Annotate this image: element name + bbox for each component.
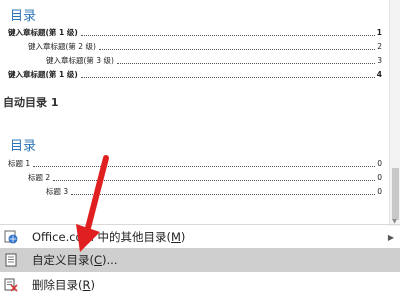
custom-toc-icon [4,253,18,267]
toc-gallery-panel: 目录 键入章标题(第 1 级) 1 键入章标题(第 2 级) 2 键入章标题(第 3… [0,0,400,300]
submenu-arrow-icon: ▶ [387,232,394,242]
toc-preview-heading: 目录 [10,9,37,24]
gallery-scrollbar[interactable] [389,0,400,226]
toc-preview-row: 键入章标题(第 1 级) 1 [8,28,382,37]
office-globe-icon [4,230,18,244]
toc-preview-heading: 目录 [10,139,37,154]
toc-preview-row: 标题 10 [8,159,382,168]
menu-item-delete-toc[interactable]: 删除目录(R) [0,273,400,297]
toc-preview-row: 标题 20 [28,173,382,182]
delete-toc-icon [4,278,18,292]
menu-item-office-toc[interactable]: Office.com 中的其他目录(M) ▶ [0,225,400,249]
scrollbar-thumb[interactable] [392,168,399,220]
toc-preview-row: 键入章标题(第 3 级) 3 [46,56,382,65]
toc-preview-row: 键入章标题(第 1 级) 4 [8,70,382,79]
toc-preview-row: 键入章标题(第 2 级) 2 [28,42,382,51]
menu-item-custom-toc[interactable]: 自定义目录(C)... [0,248,400,272]
gallery-section-title: 自动目录 1 [3,96,59,109]
toc-preview-row: 标题 30 [46,187,382,196]
